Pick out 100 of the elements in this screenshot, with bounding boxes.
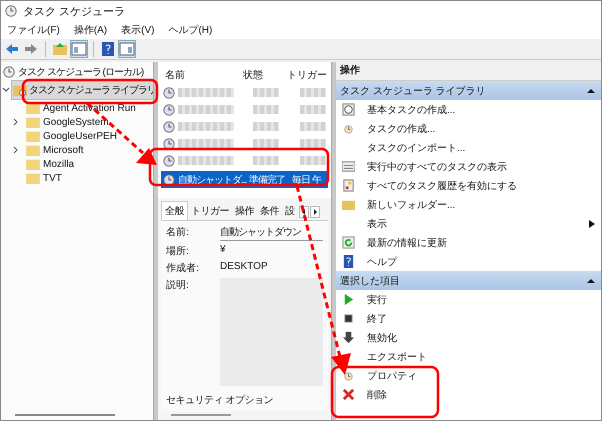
blurred-cell xyxy=(300,156,326,165)
close-icon xyxy=(342,388,355,401)
tab[interactable]: 操作 xyxy=(232,202,257,220)
action-item[interactable]: 削除 xyxy=(367,388,387,402)
scroll-right-button[interactable] xyxy=(310,206,320,218)
menu-item[interactable]: ファイル(F) xyxy=(7,23,60,37)
panel-icon[interactable] xyxy=(119,41,135,57)
forward-icon[interactable] xyxy=(23,41,39,57)
action-item[interactable]: 実行 xyxy=(367,292,387,306)
panel-icon[interactable] xyxy=(71,41,87,57)
section-header[interactable]: タスク スケジューラ ライブラリ xyxy=(336,81,601,100)
action-item[interactable]: 実行中のすべてのタスクの表示 xyxy=(367,160,507,174)
back-icon[interactable] xyxy=(4,41,20,57)
collapse-icon[interactable] xyxy=(587,278,595,284)
action-item[interactable]: タスクの作成... xyxy=(367,122,436,136)
action-item[interactable]: ヘルプ xyxy=(367,254,397,268)
tree-item[interactable]: GoogleSystem xyxy=(43,116,109,128)
blurred-cell xyxy=(300,122,326,131)
tree-item-label: タスク スケジューラ ライブラリ xyxy=(29,84,153,97)
tree-item[interactable]: GoogleUserPEH xyxy=(43,130,117,142)
blurred-cell xyxy=(178,139,234,148)
clock-icon xyxy=(5,5,17,17)
tree-item[interactable]: Microsoft xyxy=(43,144,84,156)
tab[interactable]: トリガー xyxy=(188,202,232,220)
description-field[interactable] xyxy=(220,278,323,386)
panel-header: 操作 xyxy=(336,62,601,81)
clock-icon xyxy=(342,103,355,116)
section-header[interactable]: 選択した項目 xyxy=(336,271,601,290)
collapse-icon[interactable] xyxy=(587,88,595,94)
column-header[interactable]: トリガー xyxy=(287,68,327,82)
field-value: ¥ xyxy=(220,244,226,257)
clock-icon xyxy=(163,120,175,132)
clock-icon xyxy=(163,86,175,98)
blurred-cell xyxy=(178,105,234,114)
menu-item[interactable]: ヘルプ(H) xyxy=(168,23,212,37)
refresh-icon xyxy=(342,236,355,249)
folder-icon xyxy=(26,158,40,170)
tree-item[interactable]: TVT xyxy=(43,172,62,184)
action-item[interactable]: 無効化 xyxy=(367,330,397,344)
submenu-arrow-icon xyxy=(589,220,595,228)
table-cell-text: 準備完了 xyxy=(249,174,286,186)
blurred-cell xyxy=(178,156,234,165)
column-header[interactable]: 状態 xyxy=(243,68,287,82)
name-field[interactable]: 自動シャットダウン xyxy=(220,225,323,241)
history-icon xyxy=(342,179,355,192)
action-item[interactable]: すべてのタスク履歴を有効にする xyxy=(367,178,517,192)
blurred-cell xyxy=(300,88,326,97)
stop-icon xyxy=(342,312,355,325)
blurred-cell xyxy=(178,88,234,97)
folder-icon xyxy=(26,102,40,114)
chevron-right-icon[interactable] xyxy=(13,118,19,126)
column-header[interactable]: 名前 xyxy=(165,68,243,82)
blurred-cell xyxy=(253,88,279,97)
field-label: 説明: xyxy=(166,278,190,293)
folder-icon xyxy=(26,172,40,184)
tab[interactable]: 設 xyxy=(282,202,298,220)
field-label: 場所: xyxy=(166,244,190,258)
folder-icon xyxy=(26,130,40,142)
tree-item[interactable]: タスク スケジューラ (ローカル) xyxy=(18,64,144,78)
action-item[interactable]: 最新の情報に更新 xyxy=(367,236,447,250)
action-item[interactable]: 基本タスクの作成... xyxy=(367,102,456,116)
clock-icon xyxy=(3,66,15,78)
action-item[interactable]: エクスポート xyxy=(367,350,427,364)
chevron-down-icon[interactable] xyxy=(2,87,10,93)
action-item[interactable]: 新しいフォルダー... xyxy=(367,198,456,212)
clock-icon xyxy=(163,104,175,116)
list-icon xyxy=(342,160,355,173)
folder-icon xyxy=(26,144,40,156)
section-label: セキュリティ オプション xyxy=(166,394,274,407)
action-item[interactable]: 終了 xyxy=(367,312,387,326)
action-item[interactable]: 表示 xyxy=(367,216,387,230)
clock-icon xyxy=(163,174,175,186)
menu-item[interactable]: 操作(A) xyxy=(74,23,108,37)
blurred-cell xyxy=(253,139,279,148)
down-arrow-icon xyxy=(342,331,355,344)
tree-item[interactable]: Mozilla xyxy=(43,158,74,170)
menu-item[interactable]: 表示(V) xyxy=(121,23,154,37)
clock-icon xyxy=(163,138,175,150)
play-icon xyxy=(342,293,355,306)
help-icon[interactable] xyxy=(100,41,116,57)
field-value: DESKTOP xyxy=(220,261,268,274)
action-item[interactable]: タスクのインポート... xyxy=(367,140,466,154)
action-item[interactable]: プロパティ xyxy=(367,368,417,382)
blurred-cell xyxy=(253,122,279,131)
tab[interactable]: 条件 xyxy=(257,202,282,220)
blurred-cell xyxy=(178,122,234,131)
blurred-cell xyxy=(300,139,326,148)
tab[interactable]: 全般 xyxy=(161,201,188,220)
chevron-right-icon[interactable] xyxy=(13,146,19,154)
help-icon xyxy=(342,255,355,268)
blurred-cell xyxy=(300,105,326,114)
window-title: タスク スケジューラ xyxy=(23,4,126,18)
section-title: タスク スケジューラ ライブラリ xyxy=(340,84,486,98)
folder-icon xyxy=(26,116,40,128)
table-cell-text: 毎日 午 xyxy=(292,174,321,186)
blurred-cell xyxy=(253,156,279,165)
folder-icon xyxy=(342,198,355,211)
field-label: 名前: xyxy=(166,226,190,240)
blurred-cell xyxy=(253,105,279,114)
clock-icon xyxy=(163,154,175,166)
